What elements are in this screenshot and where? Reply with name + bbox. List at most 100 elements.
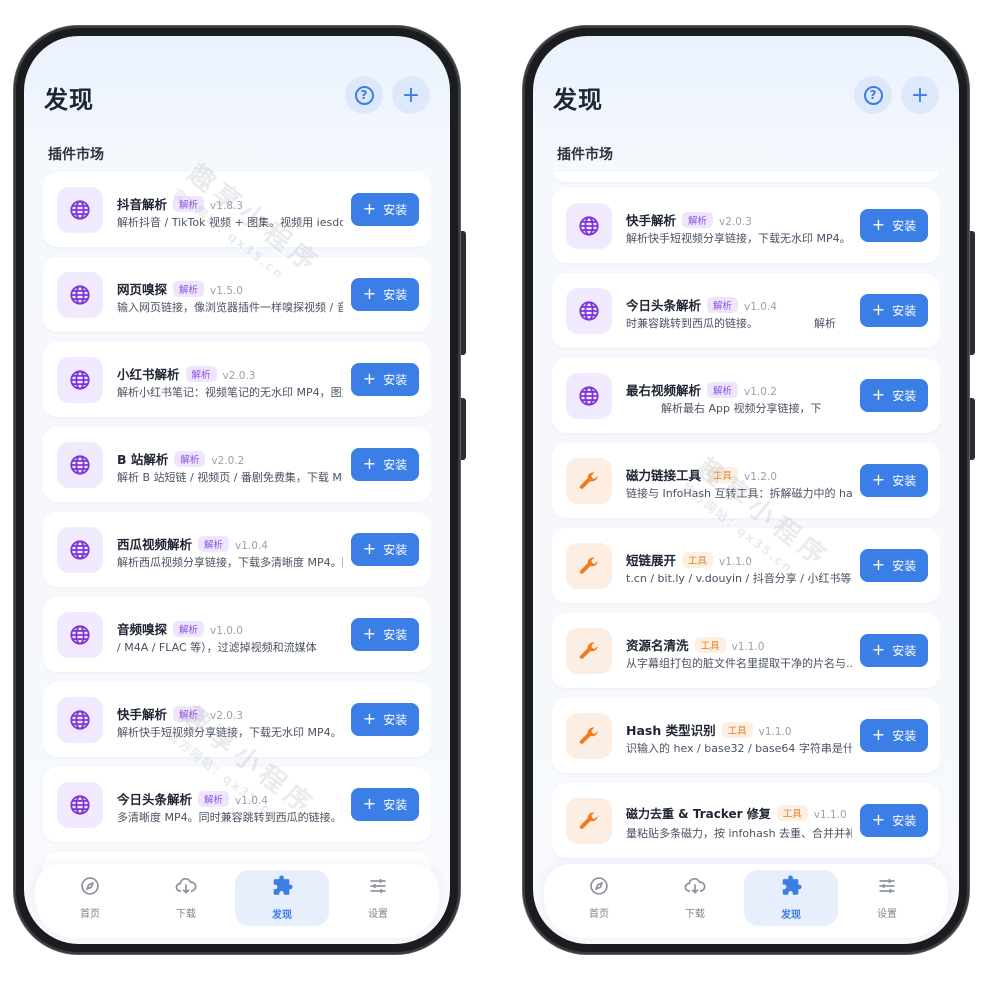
add-button[interactable]: +: [901, 76, 939, 114]
install-label: 安装: [892, 474, 917, 488]
plus-icon: +: [910, 82, 930, 108]
install-label: 安装: [383, 628, 408, 642]
install-button[interactable]: + 安装: [860, 804, 928, 837]
plus-icon: +: [871, 384, 886, 404]
volume-button: [970, 231, 975, 355]
install-label: 安装: [892, 304, 917, 318]
install-button[interactable]: + 安装: [351, 278, 419, 311]
tab-discover[interactable]: 发现: [235, 870, 329, 926]
globe-icon: [57, 357, 103, 403]
plugin-card[interactable]: 快手解析 解析 v2.0.3 解析快手短视频分享链接，下载无水印 MP4。 + 安装: [43, 682, 431, 757]
tab-download[interactable]: 下载: [648, 870, 742, 926]
globe-icon: [57, 612, 103, 658]
plus-icon: +: [871, 554, 886, 574]
install-button[interactable]: + 安装: [351, 533, 419, 566]
plugin-card[interactable]: 磁力链接工具 工具 v1.2.0 链接与 InfoHash 互转工具：拆解磁力中的 …: [552, 443, 940, 518]
plugin-version: v1.8.3: [210, 200, 243, 212]
plugin-card[interactable]: 今日头条解析 解析 v1.0.4 时兼容跳转到西瓜的链接。 解析 + 安装: [552, 273, 940, 348]
install-button[interactable]: + 安装: [860, 464, 928, 497]
plugin-card[interactable]: 资源名清洗 工具 v1.1.0 从字幕组打包的脏文件名里提取干净的片名与... + 安…: [552, 613, 940, 688]
plugin-tag: 解析: [174, 451, 206, 467]
plugin-card[interactable]: 抖音解析 解析 v1.8.3 解析抖音 / TikTok 视频 + 图集。视频用 i…: [43, 172, 431, 247]
install-button[interactable]: + 安装: [860, 379, 928, 412]
install-label: 安装: [892, 219, 917, 233]
plugin-tag: 解析: [707, 382, 739, 398]
install-label: 安装: [383, 458, 408, 472]
phone-frame-right: 发现 ? + 插件市场 快手解析 解析 v2.0.3 解析快手短视频分享链接，下载无…: [523, 26, 975, 954]
plugin-card[interactable]: 小红书解析 解析 v2.0.3 解析小红书笔记：视频笔记的无水印 MP4，图文 + 安…: [43, 342, 431, 417]
tab-discover[interactable]: 发现: [744, 870, 838, 926]
install-button[interactable]: + 安装: [860, 719, 928, 752]
plugin-card[interactable]: 音频嗅探 解析 v1.0.0 / M4A / FLAC 等），过滤掉视频和流媒体 +…: [43, 597, 431, 672]
globe-icon: [566, 203, 612, 249]
plugin-name: 小红书解析: [117, 367, 180, 382]
sliders-icon: [877, 876, 897, 900]
plugin-desc: 解析抖音 / TikTok 视频 + 图集。视频用 iesdou: [117, 216, 343, 229]
plugin-desc: 解析快手短视频分享链接，下载无水印 MP4。: [626, 232, 851, 245]
install-label: 安装: [383, 203, 408, 217]
plugin-card[interactable]: 磁力去重 & Tracker 修复 工具 v1.1.0 量粘贴多条磁力，按 info…: [552, 783, 940, 858]
help-icon: ?: [354, 85, 374, 105]
help-button[interactable]: ?: [854, 76, 892, 114]
plugin-card[interactable]: 西瓜视频解析 解析 v1.0.4 解析西瓜视频分享链接，下载多清晰度 MP4。同 +…: [43, 512, 431, 587]
plugin-desc: 解析西瓜视频分享链接，下载多清晰度 MP4。同: [117, 556, 343, 569]
install-button[interactable]: + 安装: [351, 363, 419, 396]
section-title: 插件市场: [48, 147, 104, 163]
install-button[interactable]: + 安装: [860, 294, 928, 327]
plus-icon: +: [871, 724, 886, 744]
plugin-desc: 输入网页链接，像浏览器插件一样嗅探视频 / 音: [117, 301, 343, 314]
install-button[interactable]: + 安装: [351, 703, 419, 736]
install-button[interactable]: + 安装: [351, 448, 419, 481]
plugin-tag: 解析: [173, 281, 205, 297]
compass-icon: [80, 876, 100, 900]
plugin-card[interactable]: 最右视频解析 解析 v1.0.2 解析最右 App 视频分享链接，下 + 安装: [552, 358, 940, 433]
install-button[interactable]: + 安装: [351, 193, 419, 226]
globe-icon: [57, 782, 103, 828]
tab-home[interactable]: 首页: [552, 870, 646, 926]
plugin-list[interactable]: 快手解析 解析 v2.0.3 解析快手短视频分享链接，下载无水印 MP4。 + 安装 …: [552, 172, 940, 872]
plugin-card[interactable]: 网页嗅探 解析 v1.5.0 输入网页链接，像浏览器插件一样嗅探视频 / 音 + 安装: [43, 257, 431, 332]
tab-home[interactable]: 首页: [43, 870, 137, 926]
install-button[interactable]: + 安装: [351, 618, 419, 651]
plugin-card[interactable]: B 站解析 解析 v2.0.2 解析 B 站短链 / 视频页 / 番剧免费集，下载 …: [43, 427, 431, 502]
plugin-version: v2.0.2: [211, 455, 245, 467]
plugin-card[interactable]: 短链展开 工具 v1.1.0 t.cn / bit.ly / v.douyin / …: [552, 528, 940, 603]
plugin-version: v1.1.0: [813, 809, 847, 821]
add-button[interactable]: +: [392, 76, 430, 114]
install-button[interactable]: + 安装: [860, 634, 928, 667]
tab-settings[interactable]: 设置: [331, 870, 425, 926]
bottom-tab-bar: 首页 下载 发现 设置: [35, 864, 439, 938]
plugin-tag: 工具: [707, 467, 739, 483]
cloud-download-icon: [684, 876, 706, 900]
plugin-card[interactable]: Hash 类型识别 工具 v1.1.0 识输入的 hex / base32 / ba…: [552, 698, 940, 773]
tab-download[interactable]: 下载: [139, 870, 233, 926]
help-button[interactable]: ?: [345, 76, 383, 114]
plugin-name: 音频嗅探: [117, 622, 168, 637]
plugin-tag: 工具: [694, 637, 726, 653]
cloud-download-icon: [175, 876, 197, 900]
plugin-desc: 解析 B 站短链 / 视频页 / 番剧免费集，下载 MP4: [117, 471, 343, 484]
plugin-card[interactable]: 快手解析 解析 v2.0.3 解析快手短视频分享链接，下载无水印 MP4。 + 安装: [552, 188, 940, 263]
plus-icon: +: [362, 793, 377, 813]
plugin-tag: 解析: [173, 621, 205, 637]
plugin-card[interactable]: 今日头条解析 解析 v1.0.4 多清晰度 MP4。同时兼容跳转到西瓜的链接。 + 安…: [43, 767, 431, 842]
plus-icon: +: [362, 283, 377, 303]
plugin-name: 最右视频解析: [626, 383, 702, 398]
install-button[interactable]: + 安装: [351, 788, 419, 821]
plugin-version: v1.1.0: [758, 726, 792, 738]
install-button[interactable]: + 安装: [860, 209, 928, 242]
plus-icon: +: [401, 82, 421, 108]
plugin-name: 资源名清洗: [626, 638, 689, 653]
tab-settings[interactable]: 设置: [840, 870, 934, 926]
plugin-name: 磁力去重 & Tracker 修复: [626, 807, 771, 821]
screen-left: 发现 ? + 插件市场 抖音解析 解析 v1.8.3 解析抖音 / TikTok 视…: [24, 36, 450, 944]
globe-icon: [57, 187, 103, 233]
plugin-name: Hash 类型识别: [626, 723, 716, 738]
phone-frame-left: 发现 ? + 插件市场 抖音解析 解析 v1.8.3 解析抖音 / TikTok 视…: [14, 26, 466, 954]
tab-label: 设置: [877, 909, 897, 920]
plugin-list[interactable]: 抖音解析 解析 v1.8.3 解析抖音 / TikTok 视频 + 图集。视频用 i…: [43, 172, 431, 872]
plugin-card-partial[interactable]: [552, 172, 940, 182]
install-button[interactable]: + 安装: [860, 549, 928, 582]
plugin-version: v1.1.0: [731, 641, 765, 653]
globe-icon: [57, 442, 103, 488]
